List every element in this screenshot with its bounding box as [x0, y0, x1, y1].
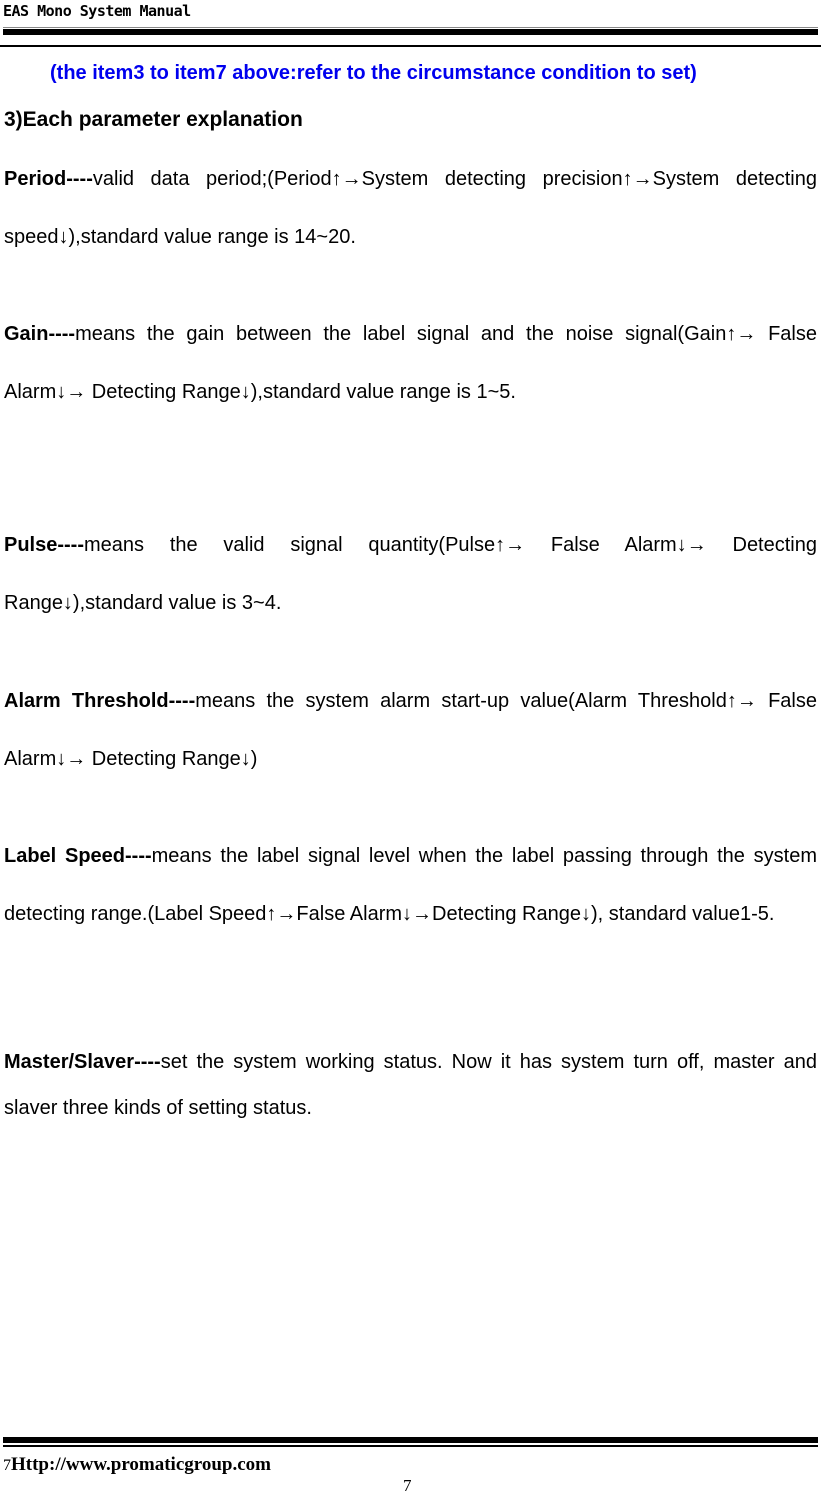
parameter-term: Period----: [4, 168, 93, 190]
parameter-period: Period----valid data period;(Period↑→Sys…: [4, 150, 817, 266]
parameter-term: Label Speed----: [4, 845, 152, 867]
parameter-description: means the gain between the label signal …: [4, 323, 817, 403]
parameter-label-speed: Label Speed----means the label signal le…: [4, 827, 817, 943]
parameter-term: Master/Slaver----: [4, 1051, 161, 1073]
header-rule-under: [0, 45, 821, 47]
footer-rule-thick: [3, 1437, 818, 1443]
footer-url[interactable]: Http://www.promaticgroup.com: [11, 1454, 271, 1475]
header-rule-thin: [3, 27, 818, 28]
parameter-master-slaver: Master/Slaver----set the system working …: [4, 1039, 817, 1131]
header-rule-thick: [3, 29, 818, 35]
parameter-alarm-threshold: Alarm Threshold----means the system alar…: [4, 672, 817, 788]
parameter-description: means the valid signal quantity(Pulse↑→ …: [4, 534, 817, 614]
footer-page-prefix: 7: [3, 1457, 11, 1474]
blue-note: (the item3 to item7 above:refer to the c…: [50, 62, 697, 84]
page-number: 7: [403, 1476, 412, 1495]
parameter-term: Gain----: [4, 323, 76, 345]
parameter-term: Alarm Threshold----: [4, 690, 196, 712]
footer-rule-thin: [3, 1445, 818, 1447]
parameter-term: Pulse----: [4, 534, 84, 556]
footer-url-line: 7Http://www.promaticgroup.com: [3, 1454, 271, 1476]
section-title: 3)Each parameter explanation: [4, 108, 303, 131]
parameter-pulse: Pulse----means the valid signal quantity…: [4, 516, 817, 632]
document-header-title: EAS Mono System Manual: [3, 2, 191, 20]
parameter-description: valid data period;(Period↑→System detect…: [4, 168, 817, 248]
parameter-gain: Gain----means the gain between the label…: [4, 305, 817, 421]
